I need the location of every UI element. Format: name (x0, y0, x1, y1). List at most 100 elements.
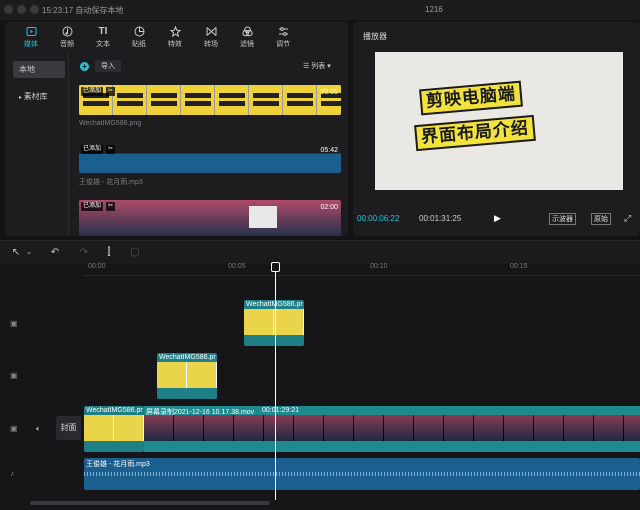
total-time: 00:01:31:25 (419, 214, 462, 223)
scissors-icon: ✂ (106, 145, 115, 154)
horizontal-scrollbar[interactable] (30, 501, 270, 505)
main-video-clip[interactable]: 屏幕录制2021-12-16 10.17.38.mov 00:01:29:21 (144, 406, 640, 452)
main-video-clip[interactable]: WechatIMG586.pr (84, 406, 144, 452)
current-time: 00:00:06:22 (357, 214, 400, 223)
added-badge: 已添加 (81, 145, 104, 154)
asset-thumbnail[interactable]: 已添加 ✂ 00:05 (79, 85, 341, 115)
tab-label: 转场 (204, 40, 218, 48)
clip-label: WechatIMG586.pr (86, 407, 143, 414)
tab-label: 特效 (168, 40, 182, 48)
tab-sticker[interactable]: 贴纸 (121, 22, 157, 52)
maximize-window-icon[interactable] (30, 5, 39, 14)
sidebar-item-local[interactable]: 本地 (13, 61, 65, 78)
resource-tabs: 媒体 音频 TI 文本 贴纸 特效 转场 滤镜 调节 (5, 22, 348, 52)
tab-label: 滤镜 (240, 40, 254, 48)
transition-icon (206, 26, 217, 37)
scissors-icon: ✂ (106, 87, 115, 96)
ruler-tick-label: 00:15 (510, 263, 528, 270)
tab-label: 媒体 (24, 40, 38, 48)
split-icon[interactable]: ⫿ (102, 246, 116, 260)
scissors-icon: ✂ (106, 202, 115, 211)
ruler-tick-label: 00:00 (88, 263, 106, 270)
clip-label: WechatIMG586.pr (159, 354, 216, 361)
audio-icon (62, 26, 73, 37)
sticker-icon (134, 26, 145, 37)
tab-transition[interactable]: 转场 (193, 22, 229, 52)
tab-text[interactable]: TI 文本 (85, 22, 121, 52)
tab-label: 调节 (276, 40, 290, 48)
player-title: 播放器 (363, 32, 387, 41)
redo-icon[interactable]: ↷ (77, 246, 91, 260)
preview-title-line1: 剪映电脑端 (419, 80, 523, 116)
ruler-tick-label: 00:05 (228, 263, 246, 270)
list-view-icon: ☰ (303, 63, 310, 70)
added-badge: 已添加 (81, 202, 104, 211)
minimize-window-icon[interactable] (17, 5, 26, 14)
asset-filename: 王俊雄 - 花月雨.mp3 (79, 179, 143, 186)
playhead[interactable] (275, 263, 276, 500)
media-icon (26, 26, 37, 37)
video-track-icon: ▣ (10, 371, 18, 380)
play-icon: ▶ (494, 213, 501, 223)
undo-icon[interactable]: ↶ (48, 246, 62, 260)
ratio-button[interactable]: 原始 (591, 213, 611, 225)
window-controls[interactable] (4, 5, 39, 14)
tab-label: 文本 (96, 40, 110, 48)
title-bar: 15:23:17 自动保存本地 1216 (0, 0, 640, 20)
media-panel: 媒体 音频 TI 文本 贴纸 特效 转场 滤镜 调节 本地 ▸ 素材库 + 导入… (5, 22, 348, 236)
select-tool-icon[interactable]: ↖ (9, 246, 23, 260)
ruler-tick-label: 00:10 (370, 263, 388, 270)
tab-media[interactable]: 媒体 (13, 22, 49, 52)
asset-thumbnail[interactable]: 已添加 ✂ 02:00 (79, 200, 341, 236)
tab-label: 贴纸 (132, 40, 146, 48)
filter-icon (241, 26, 253, 37)
playhead-handle[interactable] (271, 262, 280, 272)
play-button[interactable]: ▶ (494, 213, 501, 224)
media-sidebar: 本地 ▸ 素材库 (5, 52, 69, 236)
import-button[interactable]: + 导入 (80, 60, 130, 72)
adjust-icon (278, 26, 289, 37)
mute-icon[interactable]: 🔈︎ (36, 424, 41, 434)
view-mode-dropdown[interactable]: ☰ 列表 ▾ (303, 61, 331, 71)
video-clip[interactable]: WechatIMG586.pr (157, 353, 217, 399)
audio-waveform (84, 472, 640, 476)
close-window-icon[interactable] (4, 5, 13, 14)
video-track-icon: ▣ (10, 424, 18, 433)
add-icon: + (80, 61, 89, 71)
video-clip[interactable]: WechatIMG586.pr (244, 300, 304, 346)
chevron-down-icon: ▾ (327, 63, 331, 70)
preview-canvas[interactable]: 剪映电脑端 界面布局介绍 (375, 52, 623, 190)
video-track-icon: ▣ (10, 319, 18, 328)
tab-effects[interactable]: 特效 (157, 22, 193, 52)
view-mode-label: 列表 (311, 63, 326, 70)
horizontal-scrollbar-track[interactable] (0, 498, 640, 510)
audio-track-icon: ♪ (10, 469, 14, 478)
clip-duration: 00:01:29:21 (262, 407, 299, 414)
asset-filename: WechatIMG586.png (79, 120, 142, 127)
tab-label: 音频 (60, 40, 74, 48)
player-panel: 播放器 剪映电脑端 界面布局介绍 00:00:06:22 00:01:31:25… (353, 22, 640, 236)
added-badge: 已添加 (81, 87, 104, 96)
asset-duration: 05:42 (320, 147, 338, 154)
text-icon: TI (98, 25, 108, 37)
sidebar-item-label: 素材库 (23, 92, 48, 101)
tab-audio[interactable]: 音频 (49, 22, 85, 52)
clip-label: 王俊雄 - 花月雨.mp3 (86, 461, 150, 468)
delete-icon[interactable]: ▢ (128, 246, 142, 260)
asset-duration: 02:00 (320, 204, 338, 211)
timeline-toolbar: ↖ ⌄ ↶ ↷ ⫿ ▢ (0, 240, 640, 264)
asset-duration: 00:05 (320, 89, 338, 96)
autosave-status: 15:23:17 自动保存本地 (42, 6, 124, 15)
scope-button[interactable]: 示波器 (549, 213, 576, 225)
tab-filter[interactable]: 滤镜 (229, 22, 265, 52)
chevron-down-icon[interactable]: ⌄ (22, 246, 36, 260)
sidebar-item-library[interactable]: ▸ 素材库 (13, 88, 65, 105)
fullscreen-icon[interactable]: ⤢ (624, 213, 631, 224)
time-ruler[interactable] (84, 264, 640, 276)
cover-button[interactable]: 封面 (56, 416, 81, 440)
import-label: 导入 (95, 60, 121, 72)
audio-clip[interactable]: 王俊雄 - 花月雨.mp3 (84, 458, 640, 490)
tab-adjust[interactable]: 调节 (265, 22, 301, 52)
project-title: 1216 (425, 5, 443, 14)
asset-thumbnail[interactable]: 已添加 ✂ 05:42 (79, 143, 341, 173)
